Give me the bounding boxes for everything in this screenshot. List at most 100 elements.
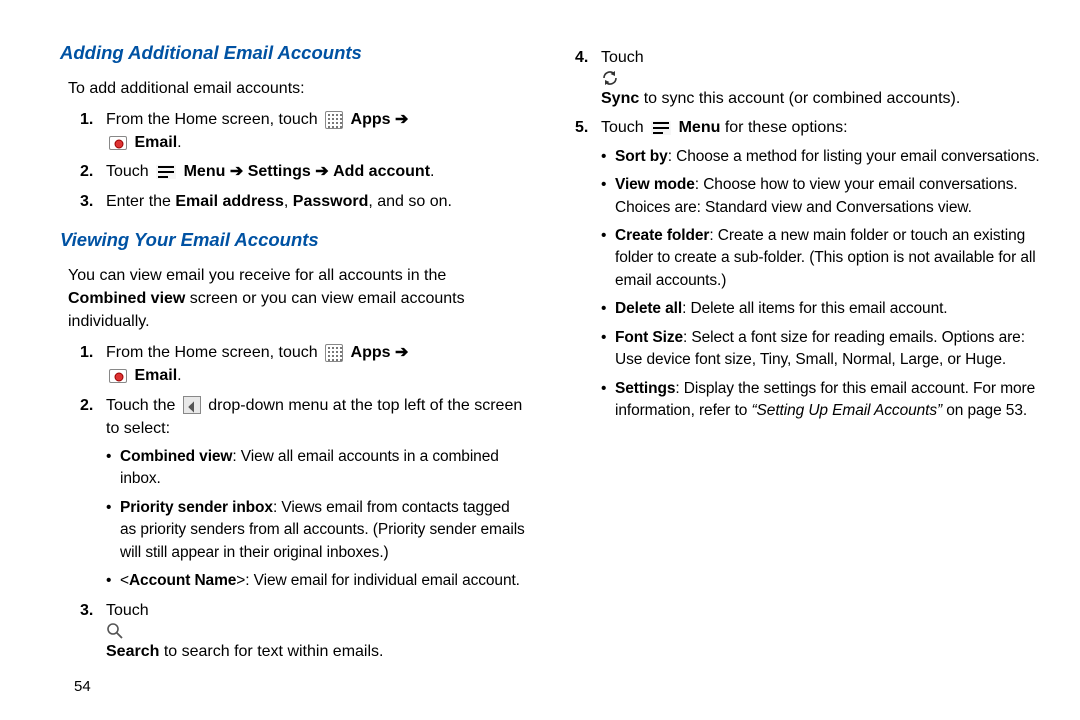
email-label: Email xyxy=(134,367,177,384)
step-number: 3. xyxy=(80,599,106,663)
arrow-icon: ➔ xyxy=(395,344,408,361)
bullet-dot: • xyxy=(601,174,615,219)
text: on page 53. xyxy=(942,402,1027,419)
step-number: 3. xyxy=(80,190,106,213)
step-2: 2. Touch Menu ➔ Settings ➔ Add account. xyxy=(80,160,525,183)
step-3: 3. Enter the Email address, Password, an… xyxy=(80,190,525,213)
step-body: From the Home screen, touch Apps ➔ Email… xyxy=(106,341,525,387)
heading-viewing-accounts: Viewing Your Email Accounts xyxy=(60,227,525,254)
font-size-label: Font Size xyxy=(615,329,683,346)
text: Touch xyxy=(106,602,149,619)
text: Enter the xyxy=(106,193,175,210)
intro-text: You can view email you receive for all a… xyxy=(68,264,525,334)
search-label: Search xyxy=(106,643,159,660)
text: : Choose a method for listing your email… xyxy=(668,148,1040,165)
step-body: From the Home screen, touch Apps ➔ Email… xyxy=(106,108,525,154)
step-body: Touch Sync to sync this account (or comb… xyxy=(601,46,1040,110)
vstep-3: 3. Touch Search to search for text withi… xyxy=(80,599,525,663)
menu-label: Menu xyxy=(679,119,721,136)
list-item: •Delete all: Delete all items for this e… xyxy=(601,298,1040,320)
text: to sync this account (or combined accoun… xyxy=(644,90,961,107)
combined-view-label: Combined view xyxy=(120,448,232,465)
list-item: •Settings: Display the settings for this… xyxy=(601,378,1040,423)
vstep-2: 2. Touch the drop-down menu at the top l… xyxy=(80,394,525,440)
step-number: 1. xyxy=(80,108,106,154)
bullet-list: •Combined view: View all email accounts … xyxy=(106,446,525,593)
settings-label: Settings xyxy=(615,380,675,397)
text: You can view email you receive for all a… xyxy=(68,267,446,284)
combined-view-label: Combined view xyxy=(68,290,185,307)
settings-label: Settings xyxy=(248,163,311,180)
step-body: Touch the drop-down menu at the top left… xyxy=(106,394,525,440)
arrow-icon: ➔ xyxy=(315,163,328,180)
bullet-list: •Sort by: Choose a method for listing yo… xyxy=(601,146,1040,423)
step-body: Touch Menu ➔ Settings ➔ Add account. xyxy=(106,160,525,183)
step-1: 1. From the Home screen, touch Apps ➔ Em… xyxy=(80,108,525,154)
step-number: 4. xyxy=(575,46,601,110)
delete-all-label: Delete all xyxy=(615,300,682,317)
list-item: •Priority sender inbox: Views email from… xyxy=(106,497,525,564)
step-number: 5. xyxy=(575,116,601,139)
apps-icon xyxy=(325,111,343,129)
view-mode-label: View mode xyxy=(615,176,695,193)
menu-icon xyxy=(156,165,176,179)
bullet-dot: • xyxy=(601,225,615,292)
menu-label: Menu xyxy=(184,163,226,180)
apps-label: Apps xyxy=(351,344,391,361)
email-label: Email xyxy=(134,134,177,151)
arrow-icon: ➔ xyxy=(230,163,243,180)
step-body: Touch Search to search for text within e… xyxy=(106,599,525,663)
password-label: Password xyxy=(293,193,369,210)
step-4: 4. Touch Sync to sync this account (or c… xyxy=(575,46,1040,110)
text: From the Home screen, touch xyxy=(106,344,322,361)
heading-adding-accounts: Adding Additional Email Accounts xyxy=(60,40,525,67)
priority-sender-label: Priority sender inbox xyxy=(120,499,273,516)
apps-icon xyxy=(325,344,343,362)
bullet-dot: • xyxy=(601,298,615,320)
list-item: •View mode: Choose how to view your emai… xyxy=(601,174,1040,219)
list-item: •<Account Name>: View email for individu… xyxy=(106,570,525,592)
email-icon xyxy=(109,369,127,383)
sort-by-label: Sort by xyxy=(615,148,668,165)
search-icon xyxy=(106,622,525,640)
step-5: 5. Touch Menu for these options: xyxy=(575,116,1040,139)
text: Touch the xyxy=(106,397,180,414)
intro-text: To add additional email accounts: xyxy=(68,77,525,100)
sync-label: Sync xyxy=(601,90,639,107)
arrow-icon: ➔ xyxy=(395,111,408,128)
step-body: Enter the Email address, Password, and s… xyxy=(106,190,525,213)
step-number: 2. xyxy=(80,160,106,183)
text: Touch xyxy=(106,163,153,180)
bullet-dot: • xyxy=(601,327,615,372)
text: for these options: xyxy=(725,119,848,136)
email-icon xyxy=(109,136,127,150)
email-address-label: Email address xyxy=(175,193,284,210)
list-item: •Combined view: View all email accounts … xyxy=(106,446,525,491)
step-number: 1. xyxy=(80,341,106,387)
text: Touch xyxy=(601,49,644,66)
left-column: Adding Additional Email Accounts To add … xyxy=(60,40,525,710)
cross-reference: “Setting Up Email Accounts” xyxy=(752,402,943,419)
text: >: View email for individual email accou… xyxy=(236,572,520,589)
step-body: Touch Menu for these options: xyxy=(601,116,1040,139)
list-item: •Create folder: Create a new main folder… xyxy=(601,225,1040,292)
page-content: Adding Additional Email Accounts To add … xyxy=(0,0,1080,720)
list-item: •Font Size: Select a font size for readi… xyxy=(601,327,1040,372)
text: From the Home screen, touch xyxy=(106,111,322,128)
apps-label: Apps xyxy=(351,111,391,128)
list-item: •Sort by: Choose a method for listing yo… xyxy=(601,146,1040,168)
sync-icon xyxy=(601,69,1040,87)
menu-icon xyxy=(651,121,671,135)
vstep-1: 1. From the Home screen, touch Apps ➔ Em… xyxy=(80,341,525,387)
add-account-label: Add account xyxy=(333,163,430,180)
create-folder-label: Create folder xyxy=(615,227,709,244)
bullet-dot: • xyxy=(601,146,615,168)
text: Touch xyxy=(601,119,648,136)
text: : Delete all items for this email accoun… xyxy=(682,300,947,317)
bullet-dot: • xyxy=(106,497,120,564)
account-name-label: Account Name xyxy=(129,572,236,589)
right-column: 4. Touch Sync to sync this account (or c… xyxy=(575,40,1040,710)
dropdown-icon xyxy=(183,396,201,414)
bullet-dot: • xyxy=(106,446,120,491)
bullet-dot: • xyxy=(106,570,120,592)
